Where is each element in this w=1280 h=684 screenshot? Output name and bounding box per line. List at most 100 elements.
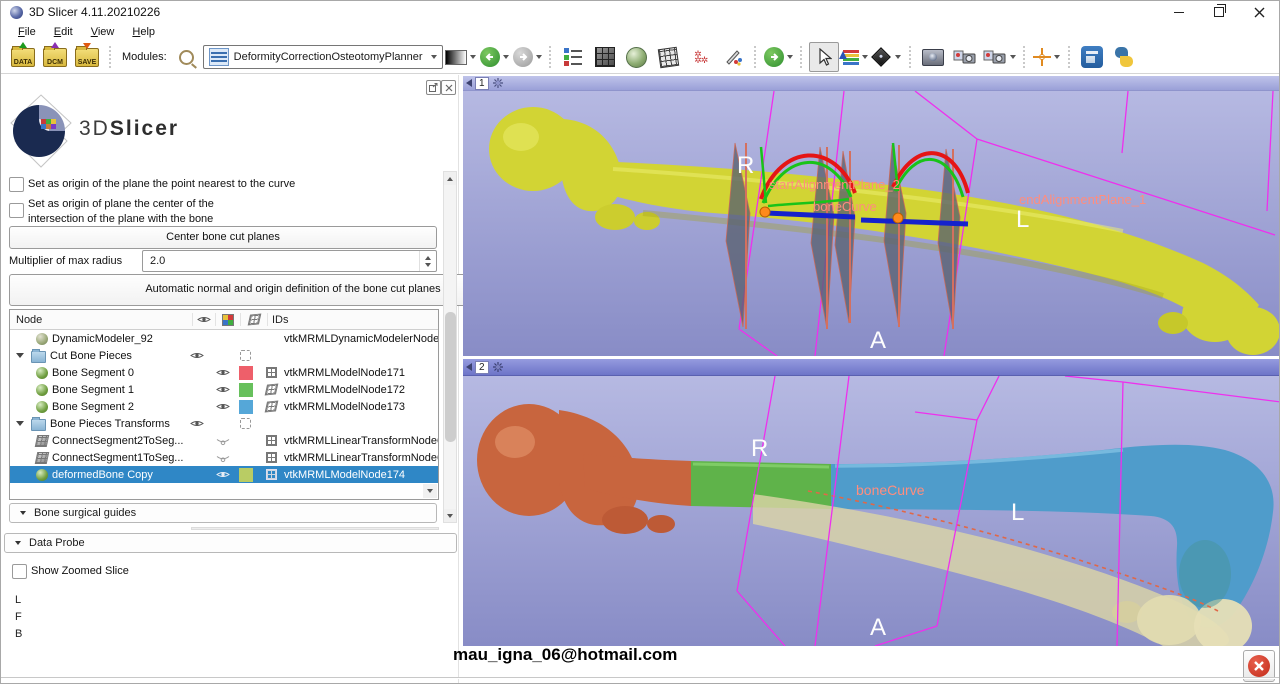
- visibility-toggle[interactable]: [212, 470, 234, 479]
- tree-header-node[interactable]: Node: [10, 314, 192, 326]
- tree-scrollbar-down[interactable]: [423, 484, 437, 498]
- crop-volume-button[interactable]: [654, 42, 684, 72]
- module-search-button[interactable]: [172, 42, 202, 72]
- tree-header-color[interactable]: [216, 314, 240, 326]
- dicom-button[interactable]: DCM: [40, 42, 70, 72]
- tree-header-ids[interactable]: IDs: [268, 314, 438, 326]
- visibility-toggle[interactable]: [212, 402, 234, 411]
- crosshair-button[interactable]: [1032, 42, 1062, 72]
- node-id: vtkMRMLDynamicModelerNode93: [284, 333, 438, 345]
- mesh-icon: [247, 313, 261, 325]
- color-swatch[interactable]: [239, 468, 253, 482]
- table-row[interactable]: Bone Segment 0 vtkMRMLModelNode171: [10, 364, 438, 381]
- expander-icon[interactable]: [16, 421, 24, 426]
- volume-rendering-button[interactable]: [590, 42, 620, 72]
- bone-curve-label: boneCurve: [813, 199, 877, 214]
- visibility-toggle[interactable]: [186, 419, 208, 428]
- visibility-toggle[interactable]: [212, 436, 234, 446]
- view1-pin-icon[interactable]: [466, 79, 472, 87]
- mouse-interaction-button[interactable]: [809, 42, 839, 72]
- segmentations-button[interactable]: [622, 42, 652, 72]
- toolbar-separator: [908, 46, 913, 68]
- place-markup-button[interactable]: [841, 42, 871, 72]
- visibility-toggle[interactable]: [212, 385, 234, 394]
- table-row[interactable]: Cut Bone Pieces: [10, 347, 438, 364]
- view2-options-icon[interactable]: [492, 361, 504, 373]
- scroll-up-button[interactable]: [444, 172, 456, 185]
- mesh-cell[interactable]: [258, 435, 284, 446]
- tree-header-visibility[interactable]: [193, 315, 215, 324]
- tree-header-mesh[interactable]: [241, 314, 267, 325]
- visibility-toggle[interactable]: [212, 453, 234, 463]
- menu-file[interactable]: File: [9, 24, 45, 40]
- screenshot-button[interactable]: [918, 42, 948, 72]
- load-data-button[interactable]: DATA: [8, 42, 38, 72]
- menu-help[interactable]: Help: [123, 24, 164, 40]
- scene-view-restore-button[interactable]: [982, 42, 1017, 72]
- scene-restore-icon: [983, 48, 1007, 66]
- mesh-cell[interactable]: [258, 367, 284, 378]
- minimize-button[interactable]: [1159, 1, 1199, 23]
- nearest-point-checkbox[interactable]: [9, 177, 24, 192]
- node-id: vtkMRMLModelNode173: [284, 401, 438, 413]
- color-swatch[interactable]: [239, 383, 253, 397]
- scrollbar-thumb[interactable]: [445, 312, 456, 442]
- scene-view-capture-button[interactable]: [950, 42, 980, 72]
- mesh-cell[interactable]: [232, 418, 258, 429]
- python-console-button[interactable]: [1109, 42, 1139, 72]
- table-row-selected[interactable]: deformedBone Copy vtkMRMLModelNode174: [10, 466, 438, 483]
- view2-viewport[interactable]: boneCurve R L A: [463, 376, 1280, 646]
- expander-icon[interactable]: [16, 353, 24, 358]
- horizontal-scrollbar[interactable]: [191, 527, 439, 530]
- bone-surgical-guides-section[interactable]: Bone surgical guides: [9, 503, 437, 523]
- center-intersection-checkbox[interactable]: [9, 203, 24, 218]
- module-back-button[interactable]: [479, 42, 510, 72]
- table-row[interactable]: DynamicModeler_92 vtkMRMLDynamicModelerN…: [10, 330, 438, 347]
- multiplier-spinbox[interactable]: 2.0: [142, 250, 437, 272]
- menu-edit[interactable]: Edit: [45, 24, 82, 40]
- show-zoomed-slice-checkbox[interactable]: [12, 564, 27, 579]
- panel-undock-button[interactable]: [426, 80, 441, 95]
- panel-close-button[interactable]: [441, 80, 456, 95]
- view2-pin-icon[interactable]: [466, 363, 472, 371]
- module-visibility-button[interactable]: [444, 42, 477, 72]
- mesh-cell[interactable]: [258, 452, 284, 463]
- scroll-down-button[interactable]: [444, 509, 456, 522]
- table-row[interactable]: Bone Pieces Transforms: [10, 415, 438, 432]
- status-bar-divider: [1, 677, 1279, 678]
- close-button[interactable]: [1239, 1, 1279, 23]
- visibility-toggle[interactable]: [212, 368, 234, 377]
- axis-label-l: L: [1011, 499, 1024, 526]
- mesh-cell[interactable]: [258, 401, 284, 412]
- markups-button[interactable]: ✲✲✲: [686, 42, 716, 72]
- view1-options-icon[interactable]: [492, 77, 504, 89]
- restore-button[interactable]: [1199, 1, 1239, 23]
- panel-scrollbar[interactable]: [443, 171, 457, 523]
- table-row[interactable]: ConnectSegment2ToSeg... vtkMRMLLinearTra…: [10, 432, 438, 449]
- mesh-cell[interactable]: [258, 384, 284, 395]
- visibility-toggle[interactable]: [186, 351, 208, 360]
- mesh-cell[interactable]: [258, 469, 284, 480]
- module-selector-combobox[interactable]: DeformityCorrectionOsteotomyPlanner: [203, 45, 443, 69]
- fiducial-button[interactable]: [873, 42, 903, 72]
- menu-bar: File Edit View Help: [1, 23, 1280, 41]
- table-row[interactable]: Bone Segment 2 vtkMRMLModelNode173: [10, 398, 438, 415]
- main-toolbar: DATA DCM SAVE Modules: DeformityCorrecti…: [1, 41, 1279, 74]
- node-label: ConnectSegment1ToSeg...: [52, 452, 183, 464]
- data-probe-section[interactable]: Data Probe: [4, 533, 457, 553]
- spinbox-arrows[interactable]: [419, 251, 436, 271]
- color-swatch[interactable]: [239, 400, 253, 414]
- module-forward-button[interactable]: [512, 42, 543, 72]
- annotations-button[interactable]: [718, 42, 748, 72]
- module-history-button[interactable]: [558, 42, 588, 72]
- table-row[interactable]: Bone Segment 1 vtkMRMLModelNode172: [10, 381, 438, 398]
- save-button[interactable]: SAVE: [72, 42, 102, 72]
- center-bone-cut-planes-button[interactable]: Center bone cut planes: [9, 226, 437, 249]
- color-swatch[interactable]: [239, 366, 253, 380]
- extensions-manager-button[interactable]: [1077, 42, 1107, 72]
- extensions-update-button[interactable]: [763, 42, 794, 72]
- mesh-cell[interactable]: [232, 350, 258, 361]
- table-row[interactable]: ConnectSegment1ToSeg... vtkMRMLLinearTra…: [10, 449, 438, 466]
- view1-viewport[interactable]: startAlignmentPlane_2 endAlignmentPlane_…: [463, 91, 1280, 356]
- menu-view[interactable]: View: [82, 24, 124, 40]
